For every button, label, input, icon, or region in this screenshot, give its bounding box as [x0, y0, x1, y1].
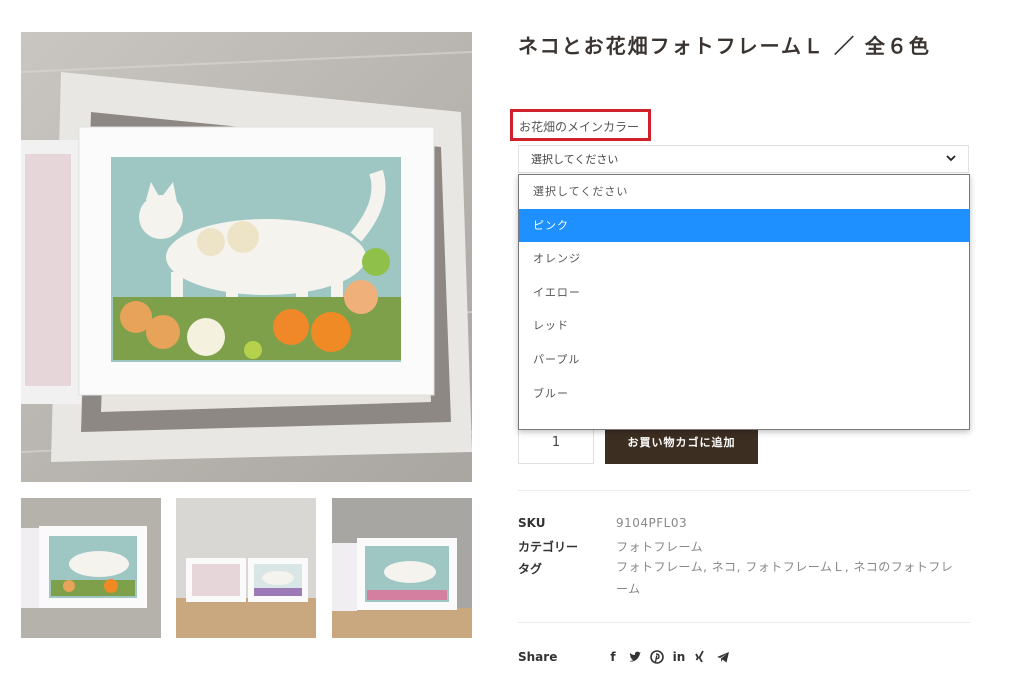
facebook-icon[interactable]: f: [606, 650, 620, 664]
quantity-input[interactable]: 1: [518, 428, 594, 464]
linkedin-icon[interactable]: in: [672, 650, 686, 664]
sku-value: 9104PFL03: [616, 516, 688, 530]
thumbnail-image: [176, 498, 316, 638]
xing-icon[interactable]: [694, 650, 708, 664]
category-link[interactable]: フォトフレーム: [616, 538, 703, 555]
divider: [518, 490, 970, 491]
category-label: カテゴリー: [518, 540, 579, 554]
twitter-icon[interactable]: [628, 650, 642, 664]
product-title: ネコとお花畑フォトフレームＬ ／ 全６色: [518, 34, 931, 58]
dropdown-option[interactable]: ブルー: [519, 377, 969, 411]
thumbnail-3[interactable]: [332, 498, 472, 638]
share-icons: f in: [606, 650, 730, 664]
tag-link[interactable]: フォトフレーム: [616, 560, 703, 574]
tag-link[interactable]: ネコ: [712, 560, 737, 574]
category-link-text[interactable]: フォトフレーム: [616, 540, 703, 554]
dropdown-option-highlighted[interactable]: ピンク: [519, 208, 969, 243]
dropdown-option[interactable]: オレンジ: [519, 242, 969, 276]
thumbnail-1[interactable]: [21, 498, 161, 638]
telegram-icon[interactable]: [716, 650, 730, 664]
add-to-cart-button[interactable]: お買い物カゴに追加: [605, 428, 758, 464]
tag-link[interactable]: フォトフレームＬ: [745, 560, 845, 574]
share-label: Share: [518, 650, 558, 664]
color-dropdown-list[interactable]: 選択してください ピンク オレンジ イエロー レッド パープル ブルー: [518, 174, 970, 430]
dropdown-option[interactable]: レッド: [519, 309, 969, 343]
dropdown-option[interactable]: 選択してください: [519, 175, 969, 209]
sku-label: SKU: [518, 516, 546, 530]
dropdown-option[interactable]: イエロー: [519, 276, 969, 310]
tag-label: タグ: [518, 562, 543, 576]
tag-list: フォトフレーム, ネコ, フォトフレームＬ, ネコのフォトフレーム: [616, 560, 954, 596]
pinterest-icon[interactable]: [650, 650, 664, 664]
product-main-image[interactable]: [21, 32, 472, 482]
color-select[interactable]: 選択してください: [518, 145, 969, 173]
thumbnail-2[interactable]: [176, 498, 316, 638]
product-photo: [21, 32, 472, 482]
divider: [518, 622, 970, 623]
variation-label: お花畑のメインカラー: [510, 109, 651, 141]
thumbnail-image: [21, 498, 161, 638]
color-select-value: 選択してください: [531, 153, 619, 166]
thumbnail-image: [332, 498, 472, 638]
chevron-down-icon: [946, 155, 956, 162]
dropdown-option[interactable]: パープル: [519, 343, 969, 377]
